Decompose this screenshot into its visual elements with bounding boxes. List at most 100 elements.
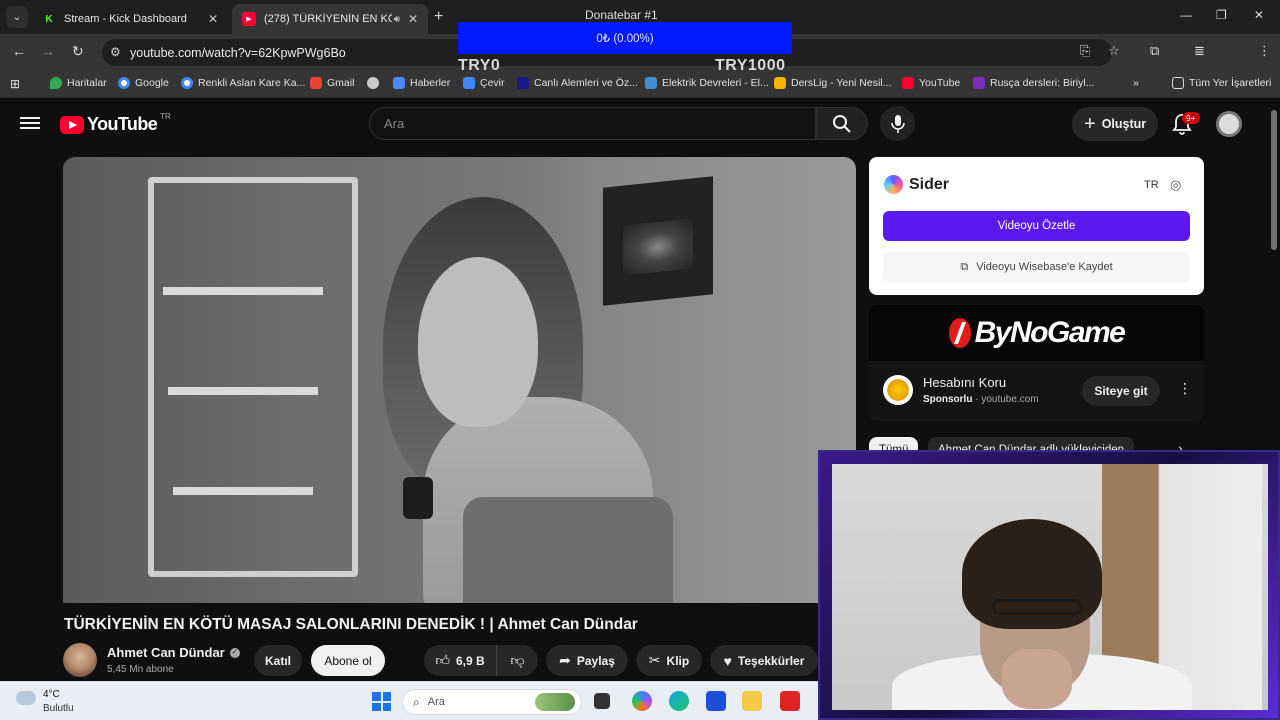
video-player[interactable] [63, 157, 856, 603]
join-button[interactable]: Katıl [254, 645, 302, 676]
thumbs-down-icon: 👎︎ [510, 652, 525, 668]
bookmark-rusca[interactable]: Rusça dersleri: Biriyl... [973, 77, 1094, 89]
bookmark-renkli[interactable]: Renkli Aslan Kare Ka... [181, 77, 305, 89]
dislike-button[interactable]: 👎︎ [496, 645, 538, 676]
task-view-icon[interactable] [594, 693, 610, 709]
more-options-icon[interactable]: ⋮ [1178, 380, 1192, 397]
bookmark-elektrik[interactable]: Elektrik Devreleri - El... [645, 77, 769, 89]
start-button[interactable] [372, 692, 391, 711]
webcam-scene-glasses [992, 599, 1082, 615]
channel-avatar[interactable] [63, 643, 97, 677]
video-scene-face [418, 257, 538, 427]
super-thanks-icon: ♥ [723, 652, 732, 669]
bookmark-globe[interactable] [367, 77, 384, 89]
install-icon[interactable]: ⎘ [1080, 43, 1090, 59]
account-avatar[interactable] [1216, 111, 1242, 137]
scrollbar[interactable] [1270, 100, 1278, 450]
file-explorer-icon[interactable] [742, 691, 762, 711]
copilot-icon[interactable] [632, 691, 652, 711]
visit-site-button[interactable]: Siteye git [1082, 376, 1160, 406]
subscribe-button[interactable]: Abone ol [311, 645, 385, 676]
weather-description[interactable]: Bulutlu [43, 703, 74, 714]
mic-icon [890, 114, 905, 133]
search-button[interactable] [816, 107, 868, 140]
bookmark-news[interactable]: Haberler [393, 77, 450, 89]
advertiser-avatar [883, 375, 913, 405]
bookmark-derslig[interactable]: DersLig - Yeni Nesil... [774, 77, 891, 89]
ad-title: Hesabını Koru [923, 375, 1007, 390]
video-scene-dress [463, 497, 673, 603]
minimize-icon[interactable]: — [1180, 8, 1192, 22]
close-icon[interactable]: ✕ [208, 12, 218, 26]
apps-icon[interactable]: ⊞ [10, 77, 20, 91]
all-bookmarks[interactable]: Tüm Yer İşaretleri [1172, 77, 1271, 89]
tab-kick-dashboard[interactable]: K Stream - Kick Dashboard ✕ [32, 4, 228, 34]
plus-icon: + [1084, 112, 1096, 135]
new-tab-icon[interactable]: + [434, 8, 443, 26]
voice-search-button[interactable] [880, 106, 915, 141]
bookmark-add-icon: ⧉ [960, 260, 969, 273]
cloud-icon[interactable] [16, 691, 36, 705]
scrollbar-thumb[interactable] [1271, 110, 1277, 250]
search-icon [833, 114, 851, 133]
bookmark-star-icon[interactable]: ☆ [1108, 43, 1120, 59]
youtube-play-icon [60, 115, 84, 134]
tab-title: (278) TÜRKİYENİN EN KÖTÜ [264, 13, 392, 25]
bookmark-canli[interactable]: Canlı Alemleri ve Öz... [517, 77, 638, 89]
channel-name[interactable]: Ahmet Can Dündar ✓ [107, 645, 240, 660]
taskbar-search[interactable]: ⌕ Ara [402, 689, 582, 715]
derslig-icon [774, 77, 786, 89]
back-icon[interactable]: ← [12, 43, 26, 59]
video-scene-shelf [163, 287, 323, 295]
weather-temperature[interactable]: 4°C [43, 689, 60, 700]
thanks-button[interactable]: ♥ Teşekkürler [710, 645, 818, 676]
more-bookmarks-icon[interactable]: » [1133, 77, 1139, 89]
extensions-icon[interactable]: ⧉ [1150, 43, 1159, 59]
save-to-wisebase-button[interactable]: ⧉ Videoyu Wisebase'e Kaydet [883, 252, 1190, 282]
like-button[interactable]: 👍︎ 6,9 B [424, 645, 496, 676]
close-icon[interactable]: ✕ [408, 12, 418, 26]
ad-brand-logo: ByNoGame [948, 316, 1126, 350]
edge-icon[interactable] [669, 691, 689, 711]
donate-max-label: TRY1000 [715, 57, 786, 74]
tab-search-icon[interactable]: ⌄ [6, 6, 28, 28]
sponsored-ad[interactable]: ByNoGame Hesabını Koru Sponsorlu · youtu… [869, 305, 1204, 421]
bookmark-translate[interactable]: Çevir [463, 77, 505, 89]
bookmark-google[interactable]: Google [118, 77, 169, 89]
maximize-icon[interactable]: ❐ [1216, 8, 1227, 22]
video-title: TÜRKİYENİN EN KÖTÜ MASAJ SALONLARINI DEN… [64, 616, 638, 633]
wps-office-icon[interactable] [780, 691, 800, 711]
webcam-overlay [818, 450, 1280, 720]
menu-icon[interactable]: ⋮ [1258, 43, 1271, 59]
video-scene-painting [603, 176, 713, 306]
folder-icon [1172, 77, 1184, 89]
subscriber-count: 5,45 Mn abone [107, 664, 174, 675]
ad-banner[interactable]: ByNoGame [869, 305, 1204, 361]
forward-icon[interactable]: → [41, 43, 55, 59]
media-icon[interactable]: ≣ [1194, 43, 1205, 59]
bookmark-youtube[interactable]: YouTube [902, 77, 960, 89]
create-button[interactable]: + Oluştur [1072, 107, 1159, 141]
speaker-icon[interactable]: 🔊︎ [394, 14, 400, 25]
sider-language[interactable]: TR [1144, 179, 1159, 191]
elektrik-icon [645, 77, 657, 89]
sider-brain-icon [884, 175, 903, 194]
share-button[interactable]: ➦ Paylaş [546, 645, 628, 676]
notification-badge: 9+ [1182, 112, 1200, 124]
youtube-logo[interactable]: YouTube TR [60, 112, 171, 135]
clip-button[interactable]: ✂ Klip [636, 645, 702, 676]
settings-icon[interactable]: ◎ [1170, 177, 1181, 193]
search-input[interactable]: Ara [369, 107, 816, 140]
bookmark-maps[interactable]: Haritalar [50, 77, 107, 89]
hamburger-menu-icon[interactable] [20, 114, 40, 134]
close-window-icon[interactable]: ✕ [1254, 8, 1264, 22]
site-info-icon[interactable]: ⚙ [110, 45, 121, 59]
summarize-video-button[interactable]: Videoyu Özetle [883, 211, 1190, 241]
verified-icon: ✓ [229, 647, 240, 658]
webcam-feed [832, 464, 1268, 710]
reload-icon[interactable]: ↻ [72, 43, 84, 60]
translate-icon [463, 77, 475, 89]
store-icon[interactable] [706, 691, 726, 711]
bookmark-gmail[interactable]: Gmail [310, 77, 354, 89]
tab-youtube-video[interactable]: ▶ (278) TÜRKİYENİN EN KÖTÜ 🔊︎ ✕ [232, 4, 428, 34]
